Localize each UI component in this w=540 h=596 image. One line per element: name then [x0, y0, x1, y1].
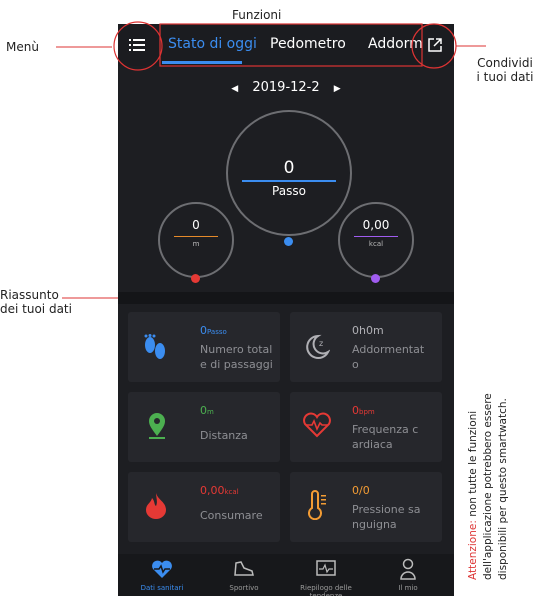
annotation-highlights	[113, 21, 457, 71]
warning-note: Attenzione: non tutte le funzioni dell'a…	[466, 350, 511, 580]
warning-highlight: Attenzione:	[467, 520, 479, 580]
